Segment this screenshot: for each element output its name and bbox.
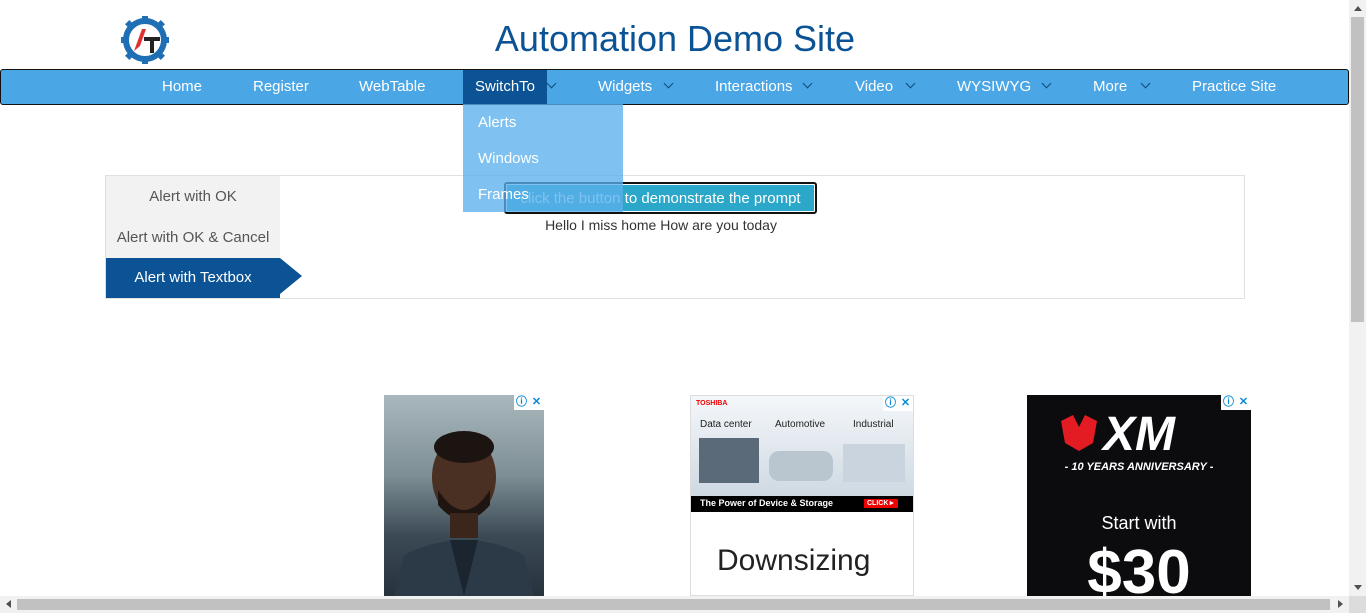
switchto-dropdown-menu: Alerts Windows Frames [463,104,623,212]
more-chevron-down-icon[interactable] [1140,78,1151,89]
ad-xm-line2: $30 [1087,538,1191,596]
nav-widgets[interactable]: Widgets [598,70,652,104]
scrollbar-corner [1349,596,1366,613]
widgets-chevron-down-icon[interactable] [663,78,674,89]
scroll-up-icon[interactable] [1349,0,1366,17]
nav-home[interactable]: Home [162,70,202,104]
ad-toshiba-img-3 [843,444,905,482]
ad-close-icon[interactable]: ✕ [529,395,544,410]
dropdown-item-alerts[interactable]: Alerts [478,114,516,131]
ad-toshiba-img-2 [769,451,833,481]
switchto-chevron-down-icon[interactable] [546,78,557,89]
ad-info-icon[interactable]: ⓘ [1221,395,1236,410]
interactions-chevron-down-icon[interactable] [802,78,813,89]
ad-close-icon[interactable]: ✕ [898,396,913,411]
vertical-scrollbar[interactable] [1349,0,1366,596]
ad-toshiba-col-3: Industrial [853,419,894,430]
dropdown-item-frames[interactable]: Frames [478,186,529,203]
active-tab-arrow [280,258,302,294]
ad-badges: ⓘ ✕ [883,396,913,411]
ad-toshiba-cta[interactable]: CLICK► [864,499,899,508]
ad-toshiba-col-2: Automotive [775,419,826,430]
ad-xm-brand: XM [1103,408,1175,461]
ad-toshiba-img-1 [699,438,759,483]
nav-practice-site[interactable]: Practice Site [1192,70,1276,104]
scroll-right-icon[interactable] [1332,596,1349,613]
ad-xm[interactable]: XM - 10 YEARS ANNIVERSARY - Start with $… [1027,395,1251,596]
horizontal-scrollbar[interactable] [0,596,1349,613]
nav-video[interactable]: Video [855,70,893,104]
ad-toshiba-brand: TOSHIBA [696,400,728,407]
ad-close-icon[interactable]: ✕ [1236,395,1251,410]
video-chevron-down-icon[interactable] [905,78,916,89]
nav-interactions[interactable]: Interactions [715,70,793,104]
ad-toshiba-headline: Downsizing [717,544,871,577]
ad-toshiba-col-1: Data center [700,419,752,430]
nav-more[interactable]: More [1093,70,1127,104]
ad-xm-subtitle: - 10 YEARS ANNIVERSARY - [1064,461,1214,473]
prompt-result-text: Hello I miss home How are you today [545,217,777,233]
ad-portrait[interactable]: ⓘ ✕ [384,395,544,596]
scroll-left-icon[interactable] [0,596,17,613]
tab-alert-with-textbox[interactable]: Alert with Textbox [106,258,280,298]
ad-toshiba-tagline: The Power of Device & Storage [700,498,834,508]
tab-alert-with-ok[interactable]: Alert with OK [106,177,280,217]
nav-webtable[interactable]: WebTable [359,70,425,104]
ad-info-icon[interactable]: ⓘ [883,396,898,411]
ad-badges: ⓘ ✕ [514,395,544,410]
vertical-scroll-thumb[interactable] [1351,17,1364,322]
site-title: Automation Demo Site [494,18,856,59]
horizontal-scroll-thumb[interactable] [17,599,1330,610]
nav-register[interactable]: Register [253,70,309,104]
scroll-down-icon[interactable] [1349,579,1366,596]
ad-info-icon[interactable]: ⓘ [514,395,529,410]
ad-badges: ⓘ ✕ [1221,395,1251,410]
ad-xm-line1: Start with [1101,513,1177,533]
main-navbar: Home Register WebTable SwitchTo Widgets … [0,69,1349,105]
ad-portrait-image [394,431,534,596]
dropdown-item-windows[interactable]: Windows [478,150,539,167]
nav-switchto[interactable]: SwitchTo [463,70,548,104]
xm-bull-logo-icon [1061,415,1097,451]
ad-toshiba[interactable]: TOSHIBA Data center Automotive Industria… [690,395,914,596]
nav-wysiwyg[interactable]: WYSIWYG [957,70,1031,104]
wysiwyg-chevron-down-icon[interactable] [1041,78,1052,89]
